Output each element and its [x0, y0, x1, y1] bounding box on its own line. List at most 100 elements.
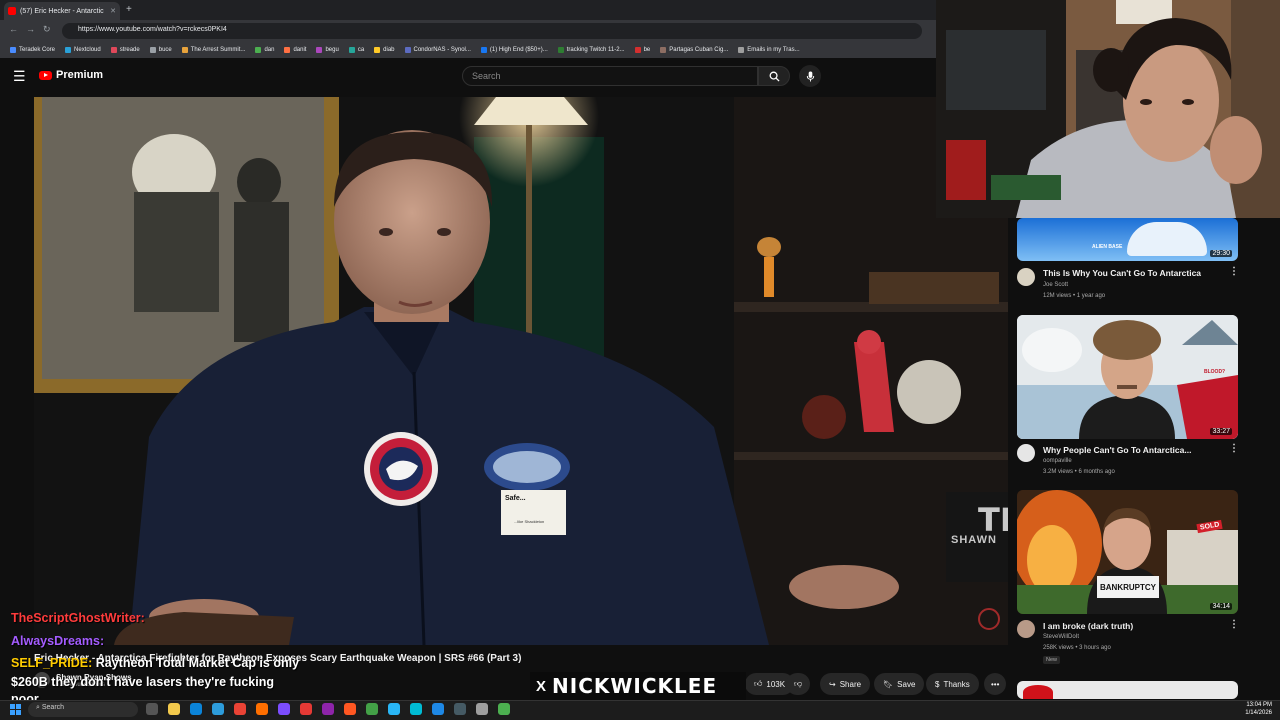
system-clock: 13:04 PM 1/14/2026	[1245, 701, 1272, 717]
recommendation-meta: 12M views • 1 year ago	[1043, 293, 1106, 299]
bookmark-label: Partagas Cuban Cig...	[669, 47, 729, 53]
bookmark-item[interactable]: ca	[348, 47, 365, 53]
bookmark-label: be	[643, 47, 651, 53]
taskbar-app-icon[interactable]	[454, 703, 466, 715]
video-player[interactable]: Safe... ...like Shackleton TH SHAWN	[34, 97, 1008, 645]
bookmark-label: danit	[293, 47, 307, 53]
more-options-icon[interactable]: ⋮	[1229, 266, 1239, 277]
thumbnail-shape	[1023, 685, 1053, 699]
bookmark-label: ca	[357, 47, 365, 53]
recommendation-channel[interactable]: oompaville	[1043, 458, 1072, 464]
bookmarks-bar: Teradek Core Nextcloud streade buce The Arre…	[0, 42, 936, 58]
bookmark-item[interactable]: begu	[316, 47, 339, 53]
thanks-button[interactable]: $ Thanks	[926, 673, 979, 695]
address-bar[interactable]: https://www.youtube.com/watch?v=rckecs0P…	[62, 23, 922, 39]
bookmark-item[interactable]: diab	[374, 47, 395, 53]
taskbar-app-icon[interactable]	[146, 703, 158, 715]
thanks-icon: $	[935, 679, 940, 689]
bookmark-item[interactable]: (1) High End ($50+)...	[480, 47, 548, 53]
bookmark-item[interactable]: CondorNAS - Synol...	[404, 47, 471, 53]
taskbar-app-icon[interactable]	[322, 703, 334, 715]
recommendation-thumbnail-3[interactable]: BANKRUPTCY SOLD 34:14	[1017, 490, 1238, 614]
recommendation-title[interactable]: Why People Can't Go To Antarctica...	[1043, 445, 1191, 455]
thumb-caption: BANKRUPTCY	[1100, 583, 1156, 592]
bookmark-item[interactable]: buce	[149, 47, 172, 53]
tab-close-icon[interactable]: ✕	[110, 7, 116, 15]
reload-icon[interactable]: ↻	[43, 24, 51, 35]
youtube-premium-logo[interactable]: Premium	[39, 69, 103, 81]
bookmark-label: diab	[383, 47, 395, 53]
taskbar-app-icon[interactable]	[234, 703, 246, 715]
recommendation-meta: 258K views • 3 hours ago	[1043, 645, 1111, 651]
back-icon[interactable]: ←	[9, 24, 18, 34]
taskbar-app-icon[interactable]	[256, 703, 268, 715]
webcam-overlay	[936, 0, 1280, 218]
bookmark-item[interactable]: be	[634, 47, 651, 53]
taskbar-app-icon[interactable]	[278, 703, 290, 715]
bookmark-item[interactable]: dan	[255, 47, 274, 53]
taskbar-app-icon[interactable]	[432, 703, 444, 715]
more-options-icon[interactable]: ⋮	[1229, 619, 1239, 630]
bookmark-item[interactable]: tracking Twitch 11-2...	[557, 47, 625, 53]
bookmark-favicon-icon	[348, 47, 355, 53]
channel-avatar[interactable]	[1017, 620, 1035, 638]
taskbar-app-icon[interactable]	[366, 703, 378, 715]
voice-search-button[interactable]	[799, 65, 821, 87]
taskbar-app-icon[interactable]	[476, 703, 488, 715]
new-tab-button[interactable]: +	[126, 4, 132, 15]
recommendation-thumbnail-4[interactable]	[1017, 681, 1238, 699]
channel-avatar[interactable]	[1017, 268, 1035, 286]
taskbar-app-icon[interactable]	[212, 703, 224, 715]
thumb-caption: BLOOD?	[1204, 369, 1226, 375]
bookmark-favicon-icon	[149, 47, 156, 53]
browser-tab[interactable]: (57) Eric Hecker - Antarctic ✕	[4, 2, 120, 20]
forward-icon[interactable]: →	[26, 24, 35, 34]
bookmark-item[interactable]: The Arrest Summit...	[181, 47, 245, 53]
bookmark-label: Teradek Core	[19, 47, 56, 53]
share-button[interactable]: ↪ Share	[820, 673, 871, 695]
recommendation-title[interactable]: I am broke (dark truth)	[1043, 621, 1133, 631]
recommendation-meta: 3.2M views • 6 months ago	[1043, 469, 1115, 475]
duration-badge: 29:30	[1210, 250, 1232, 257]
taskbar-app-icon[interactable]	[300, 703, 312, 715]
save-button[interactable]: 🔖︎ Save	[874, 673, 925, 695]
taskbar-app-icon[interactable]	[168, 703, 180, 715]
search-icon	[769, 71, 780, 82]
bookmark-item[interactable]: streade	[110, 47, 140, 53]
recommendation-thumbnail-2[interactable]: BLOOD? 33:27	[1017, 315, 1238, 439]
chat-text: Raytheon Total Market Cap is only	[95, 656, 300, 670]
chat-text: $260B they don't have lasers they're fuc…	[11, 675, 274, 689]
taskbar-app-icon[interactable]	[498, 703, 510, 715]
bookmark-label: buce	[158, 47, 172, 53]
video-frame	[34, 97, 1008, 645]
dislike-button[interactable]: 👎︎	[786, 673, 811, 695]
more-options-icon[interactable]: ⋮	[1229, 443, 1239, 454]
taskbar-app-icon[interactable]	[344, 703, 356, 715]
recommendation-channel[interactable]: SteveWillDoIt	[1043, 634, 1079, 640]
bookmark-item[interactable]: Partagas Cuban Cig...	[660, 47, 728, 53]
webcam-feed	[936, 0, 1280, 218]
taskbar-search[interactable]: ⌕ Search	[28, 702, 138, 717]
bookmark-favicon-icon	[65, 47, 72, 53]
share-label: Share	[839, 679, 862, 689]
windows-start-icon[interactable]	[10, 704, 21, 715]
bookmark-item[interactable]: Teradek Core	[10, 47, 55, 53]
recommendation-thumbnail-1[interactable]: ALIEN BASE 29:30	[1017, 218, 1238, 261]
recommendation-title[interactable]: This Is Why You Can't Go To Antarctica	[1043, 268, 1201, 278]
bookmark-favicon-icon	[634, 47, 641, 53]
menu-icon[interactable]: ☰	[13, 68, 26, 85]
bookmark-item[interactable]: danit	[284, 47, 306, 53]
search-input[interactable]: Search	[462, 66, 758, 86]
tab-title: (57) Eric Hecker - Antarctic	[20, 7, 104, 15]
taskbar-app-icon[interactable]	[388, 703, 400, 715]
channel-avatar[interactable]	[1017, 444, 1035, 462]
search-button[interactable]	[758, 66, 790, 86]
chat-username: SELF_PRIDE:	[11, 656, 93, 670]
bookmark-item[interactable]: Nextcloud	[65, 47, 101, 53]
taskbar-app-icon[interactable]	[190, 703, 202, 715]
more-actions-button[interactable]: •••	[984, 673, 1007, 695]
bookmark-label: streade	[119, 47, 140, 53]
bookmark-item[interactable]: Emails in my Tras...	[738, 47, 800, 53]
taskbar-app-icon[interactable]	[410, 703, 422, 715]
recommendation-channel[interactable]: Joe Scott	[1043, 282, 1068, 288]
